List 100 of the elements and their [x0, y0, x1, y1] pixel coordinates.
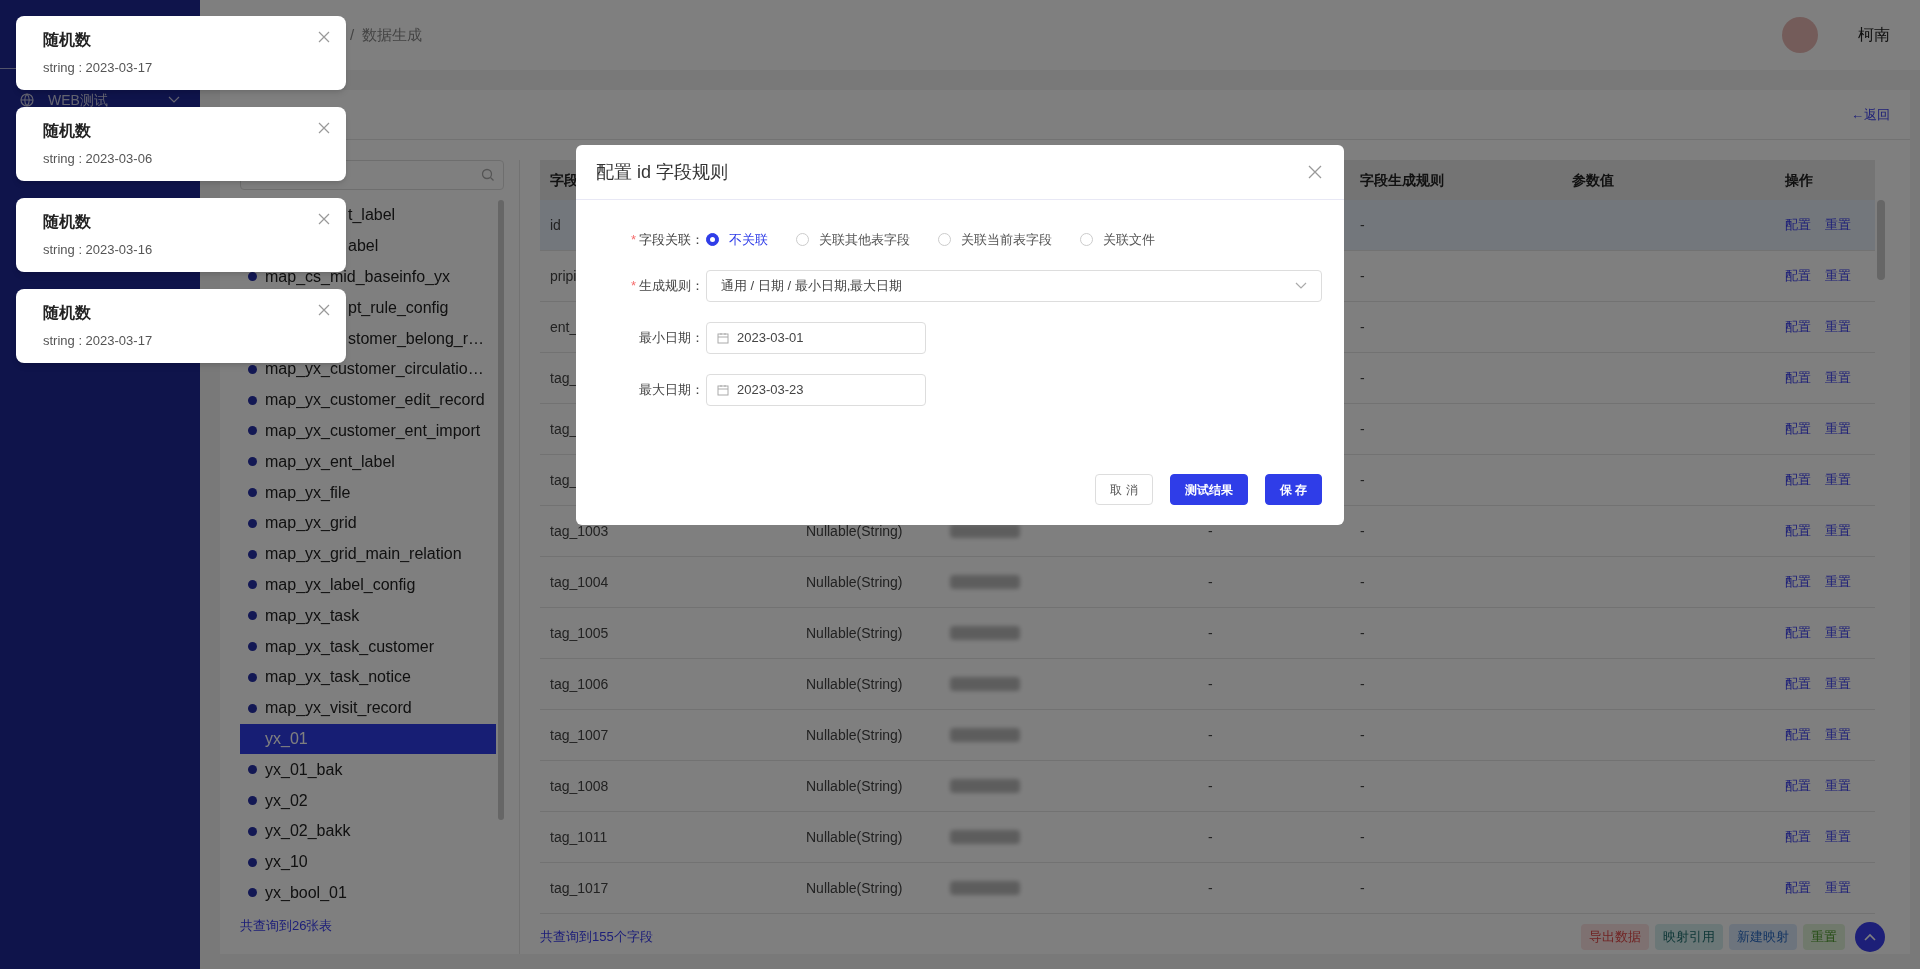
avatar[interactable]: [1782, 17, 1818, 53]
action-link[interactable]: 重置: [1825, 725, 1851, 745]
select-field[interactable]: 通用 / 日期 / 最小日期,最大日期: [706, 269, 1322, 302]
table-list-item[interactable]: map_yx_task: [240, 600, 496, 632]
close-button[interactable]: [318, 122, 330, 134]
table-cell-text: -: [1360, 674, 1365, 694]
table-cell-text: tag_1008: [550, 776, 609, 796]
action-link[interactable]: 重置: [1825, 317, 1851, 337]
action-link[interactable]: 重置: [1825, 827, 1851, 847]
date-field[interactable]: 2023-03-23: [706, 373, 926, 406]
table-list-item[interactable]: map_yx_task_notice: [240, 661, 496, 693]
action-link[interactable]: 配置: [1785, 521, 1811, 541]
action-link[interactable]: 配置: [1785, 776, 1811, 796]
action-link[interactable]: 配置: [1785, 419, 1811, 439]
table-list-item[interactable]: yx_01_bak: [240, 754, 496, 786]
action-link[interactable]: 重置: [1825, 521, 1851, 541]
action-link[interactable]: 配置: [1785, 827, 1811, 847]
blurred-text: [950, 881, 1020, 895]
table-cell-text: -: [1360, 725, 1365, 745]
close-button[interactable]: [318, 31, 330, 43]
table-list-item[interactable]: map_yx_task_customer: [240, 631, 496, 662]
radio-button[interactable]: [706, 233, 719, 247]
close-button[interactable]: [318, 213, 330, 225]
table-list-item[interactable]: yx_bool_01: [240, 877, 496, 909]
action-link[interactable]: 重置: [1825, 470, 1851, 490]
radio-option[interactable]: 不关联: [706, 230, 768, 250]
scroll-top-button[interactable]: [1855, 922, 1885, 952]
action-link[interactable]: 重置: [1825, 368, 1851, 388]
action-link[interactable]: 配置: [1785, 266, 1811, 286]
close-icon: [318, 31, 330, 43]
table-list-item[interactable]: yx_10: [240, 846, 496, 878]
table-cell-text: -: [1360, 317, 1365, 337]
table-list-item[interactable]: map_yx_customer_edit_record: [240, 384, 496, 416]
action-link[interactable]: 重置: [1825, 215, 1851, 235]
dialog-button[interactable]: 测试结果: [1169, 474, 1248, 505]
field-label: 最小日期：: [639, 328, 704, 347]
breadcrumb-separator: /: [350, 24, 355, 45]
required-mark: *: [630, 276, 636, 295]
action-link[interactable]: 重置: [1825, 776, 1851, 796]
table-list-item[interactable]: map_yx_file: [240, 477, 496, 508]
action-link[interactable]: 配置: [1785, 674, 1811, 694]
table-cell-text: Nullable(String): [806, 674, 903, 694]
table-list-item[interactable]: map_yx_visit_record: [240, 692, 496, 724]
table-cell-text: Nullable(String): [806, 878, 903, 898]
action-button[interactable]: 新建映射: [1729, 924, 1797, 950]
action-link[interactable]: 配置: [1785, 317, 1811, 337]
action-button[interactable]: 导出数据: [1581, 924, 1649, 950]
blurred-text: [950, 830, 1020, 844]
close-button[interactable]: [318, 304, 330, 316]
table-list-item[interactable]: map_yx_ent_label: [240, 446, 496, 478]
notification-title: 随机数: [43, 303, 91, 323]
blurred-text: [950, 626, 1020, 640]
table-cell-text: Nullable(String): [806, 776, 903, 796]
notification-title: 随机数: [43, 121, 91, 141]
action-link[interactable]: 配置: [1785, 470, 1811, 490]
table-cell-text: tag_1003: [550, 521, 609, 541]
radio-option[interactable]: 关联其他表字段: [796, 230, 910, 250]
dialog-button[interactable]: 保 存: [1264, 474, 1322, 505]
radio-option[interactable]: 关联当前表字段: [938, 230, 1052, 250]
calendar-icon: [717, 331, 729, 344]
action-button[interactable]: 重置: [1803, 924, 1845, 950]
table-list-item[interactable]: map_yx_customer_circulatio…: [240, 354, 496, 385]
sidebar-item[interactable]: WEB测试: [0, 85, 200, 115]
table-count: 共查询到26张表: [240, 917, 334, 936]
scrollbar[interactable]: [1877, 200, 1885, 280]
action-link[interactable]: 配置: [1785, 623, 1811, 643]
table-list-item[interactable]: map_yx_grid: [240, 507, 496, 539]
table-cell-text: tag_1006: [550, 674, 609, 694]
action-link[interactable]: 配置: [1785, 572, 1811, 592]
chevron-down-icon: [1295, 281, 1307, 290]
action-link[interactable]: 重置: [1825, 419, 1851, 439]
table-list-item[interactable]: map_yx_label_config: [240, 569, 496, 601]
date-field[interactable]: 2023-03-01: [706, 321, 926, 354]
action-link[interactable]: 重置: [1825, 878, 1851, 898]
back-link[interactable]: ←返回: [1851, 104, 1890, 125]
scrollbar[interactable]: [498, 200, 504, 820]
close-button[interactable]: [1308, 164, 1324, 180]
table-list-item[interactable]: yx_01: [240, 723, 496, 755]
action-button[interactable]: 映射引用: [1655, 924, 1723, 950]
table-list-item[interactable]: map_yx_grid_main_relation: [240, 538, 496, 570]
table-cell-text: -: [1208, 572, 1213, 592]
dialog-button[interactable]: 取 消: [1095, 474, 1153, 505]
action-link[interactable]: 配置: [1785, 878, 1811, 898]
action-link[interactable]: 重置: [1825, 572, 1851, 592]
radio-option[interactable]: 关联文件: [1080, 230, 1155, 250]
table-cell-text: Nullable(String): [806, 725, 903, 745]
action-link[interactable]: 配置: [1785, 368, 1811, 388]
action-link[interactable]: 配置: [1785, 725, 1811, 745]
action-link[interactable]: 重置: [1825, 623, 1851, 643]
table-list-item[interactable]: map_cs_mid_baseinfo_yx: [240, 261, 496, 293]
table-list-item[interactable]: map_yx_customer_ent_import: [240, 415, 496, 447]
action-link[interactable]: 配置: [1785, 215, 1811, 235]
table-list-item[interactable]: yx_02_bakk: [240, 815, 496, 847]
table-cell-text: tag_1017: [550, 878, 609, 898]
table-list-item[interactable]: yx_02: [240, 785, 496, 816]
action-link[interactable]: 重置: [1825, 674, 1851, 694]
notification-message: string : 2023-03-17: [43, 332, 154, 350]
breadcrumb-current: 数据生成: [362, 24, 423, 45]
action-link[interactable]: 重置: [1825, 266, 1851, 286]
required-mark: *: [630, 231, 636, 249]
